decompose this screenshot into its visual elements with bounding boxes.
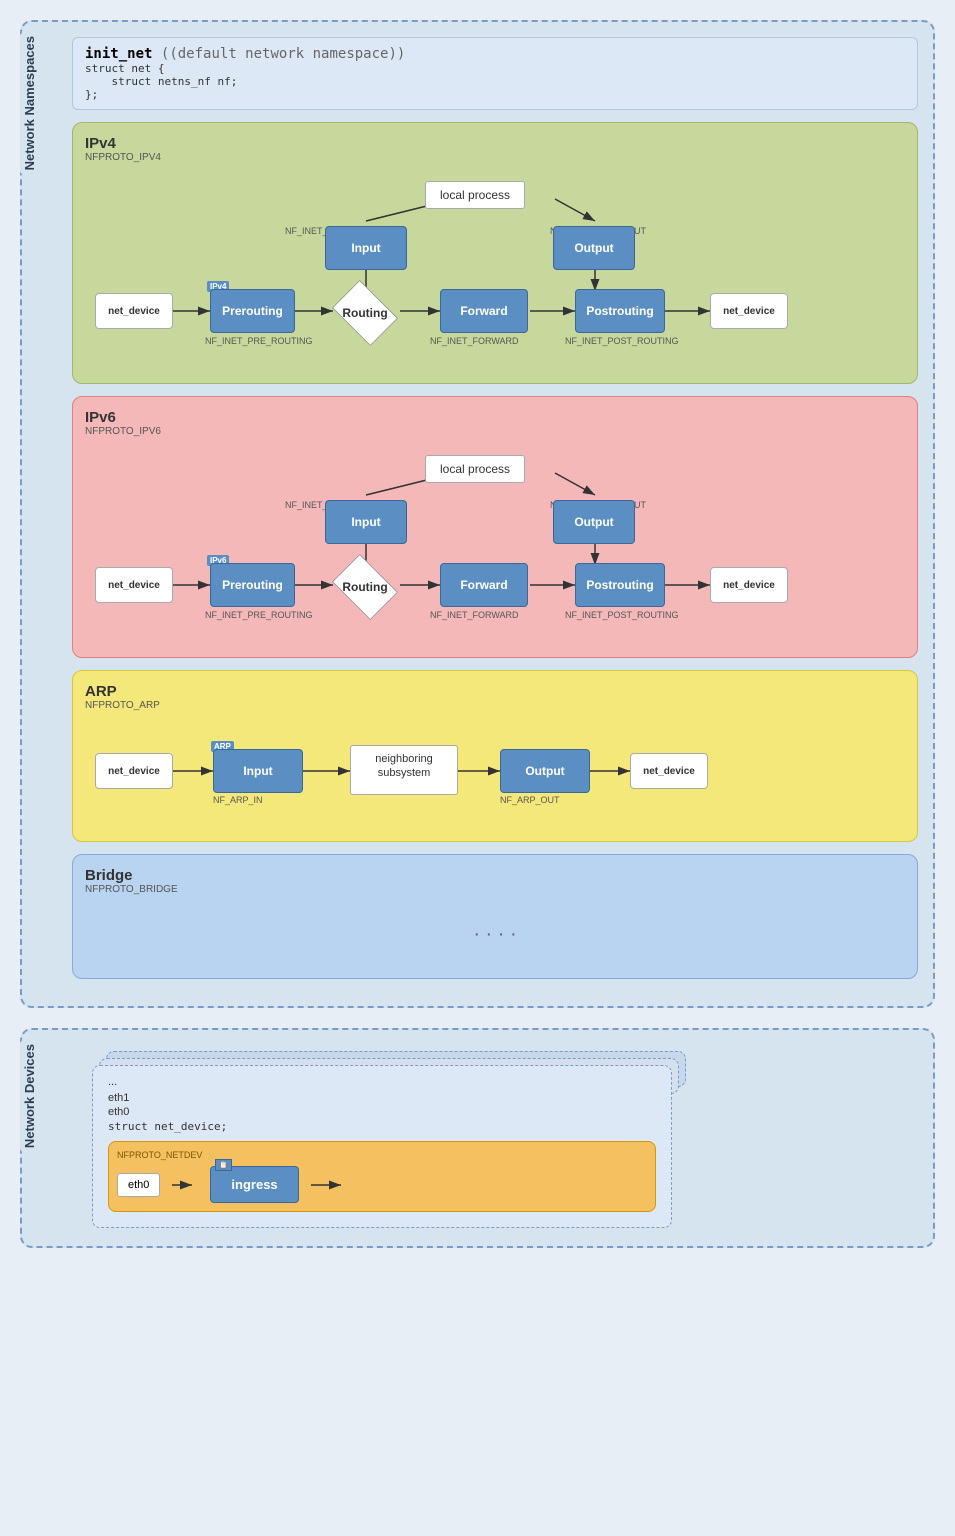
net-device-card-front: ... eth1 eth0 struct net_device; NFPROTO…: [92, 1065, 672, 1228]
network-devices-label: Network Devices: [20, 1040, 41, 1152]
ingress-badge: 📋: [215, 1159, 232, 1171]
ipv6-net-device-right: net_device: [710, 567, 788, 603]
ipv6-net-device-left: net_device: [95, 567, 173, 603]
arp-flow-area: ARP net_device Input neighboring subsyst…: [85, 719, 905, 829]
ipv4-label-pre-routing: NF_INET_PRE_ROUTING: [205, 336, 313, 346]
nfproto-netdev-section: NFPROTO_NETDEV eth0: [108, 1141, 656, 1212]
ingress-box: 📋 ingress: [210, 1166, 298, 1203]
bridge-subtitle: NFPROTO_BRIDGE: [85, 884, 905, 895]
ipv6-label-pre-routing: NF_INET_PRE_ROUTING: [205, 610, 313, 620]
ipv4-net-device-right: net_device: [710, 293, 788, 329]
network-namespaces-container: Network Namespaces init_net ((default ne…: [20, 20, 935, 1008]
ipv6-label-post-routing: NF_INET_POST_ROUTING: [565, 610, 679, 620]
ipv6-input: Input: [325, 500, 407, 544]
arp-title: ARP: [85, 683, 905, 700]
ipv4-prerouting: Prerouting: [210, 289, 295, 333]
network-namespaces-label: Network Namespaces: [20, 32, 41, 174]
arp-neighboring-subsystem: neighboring subsystem: [350, 745, 458, 795]
ipv4-routing: Routing: [325, 283, 405, 343]
init-net-name: init_net: [85, 46, 152, 62]
ipv6-label-forward: NF_INET_FORWARD: [430, 610, 519, 620]
arp-input: Input: [213, 749, 303, 793]
struct-net-device: struct net_device;: [108, 1120, 656, 1133]
init-net-header: init_net ((default network namespace)) s…: [72, 37, 918, 110]
arp-net-device-right: net_device: [630, 753, 708, 789]
bridge-title: Bridge: [85, 867, 905, 884]
eth1-label-front: eth1: [108, 1092, 656, 1104]
ipv4-local-process: local process: [425, 181, 525, 209]
ipv4-net-device-left: net_device: [95, 293, 173, 329]
arp-output: Output: [500, 749, 590, 793]
ipv6-section: IPv6 NFPROTO_IPV6 local process: [72, 396, 918, 658]
ingress-out-arrow: [309, 1175, 349, 1195]
net-device-stack: eth1 eth0 ... eth1 eth0 struct net_devic…: [92, 1065, 672, 1228]
ipv4-title: IPv4: [85, 135, 905, 152]
ipv4-postrouting: Postrouting: [575, 289, 665, 333]
bridge-section: Bridge NFPROTO_BRIDGE · · · ·: [72, 854, 918, 979]
arp-section: ARP NFPROTO_ARP ARP net_: [72, 670, 918, 842]
init-net-title: init_net ((default network namespace)): [85, 46, 905, 62]
ipv6-subtitle: NFPROTO_IPV6: [85, 426, 905, 437]
network-devices-outer: Network Devices eth1 eth0 ... eth1 eth0 …: [20, 1028, 935, 1248]
ipv6-flow-area: local process NF_INET_LOCAL_IN NF_INET_L…: [85, 445, 905, 645]
ingress-arrow: [170, 1175, 200, 1195]
bridge-dots: · · · ·: [85, 903, 905, 966]
ingress-flow: eth0 📋 ingress: [117, 1166, 647, 1203]
ipv4-label-forward: NF_INET_FORWARD: [430, 336, 519, 346]
eth0-ingress-box: eth0: [117, 1173, 160, 1197]
arp-net-device-left: net_device: [95, 753, 173, 789]
ipv4-subtitle: NFPROTO_IPV4: [85, 152, 905, 163]
eth1-front-label: ...: [108, 1076, 117, 1088]
eth0-label-front: eth0: [108, 1106, 656, 1118]
arp-label-in: NF_ARP_IN: [213, 795, 263, 805]
ipv4-output: Output: [553, 226, 635, 270]
arp-subtitle: NFPROTO_ARP: [85, 700, 905, 711]
ipv4-flow-area: local process NF_INET_LOCAL_IN NF_INET_L…: [85, 171, 905, 371]
ipv6-prerouting: Prerouting: [210, 563, 295, 607]
ipv6-postrouting: Postrouting: [575, 563, 665, 607]
init-net-subtitle: ((default network namespace)): [161, 46, 405, 62]
ipv6-local-process: local process: [425, 455, 525, 483]
arp-arrows: [85, 719, 905, 829]
ipv4-section: IPv4 NFPROTO_IPV4: [72, 122, 918, 384]
ipv6-routing: Routing: [325, 557, 405, 617]
arp-label-out: NF_ARP_OUT: [500, 795, 560, 805]
ipv6-title: IPv6: [85, 409, 905, 426]
ipv4-input: Input: [325, 226, 407, 270]
init-net-code: struct net { struct netns_nf nf; };: [85, 62, 905, 101]
ipv6-output: Output: [553, 500, 635, 544]
ipv6-forward: Forward: [440, 563, 528, 607]
ipv4-forward: Forward: [440, 289, 528, 333]
ipv4-label-post-routing: NF_INET_POST_ROUTING: [565, 336, 679, 346]
nfproto-netdev-label: NFPROTO_NETDEV: [117, 1150, 647, 1160]
